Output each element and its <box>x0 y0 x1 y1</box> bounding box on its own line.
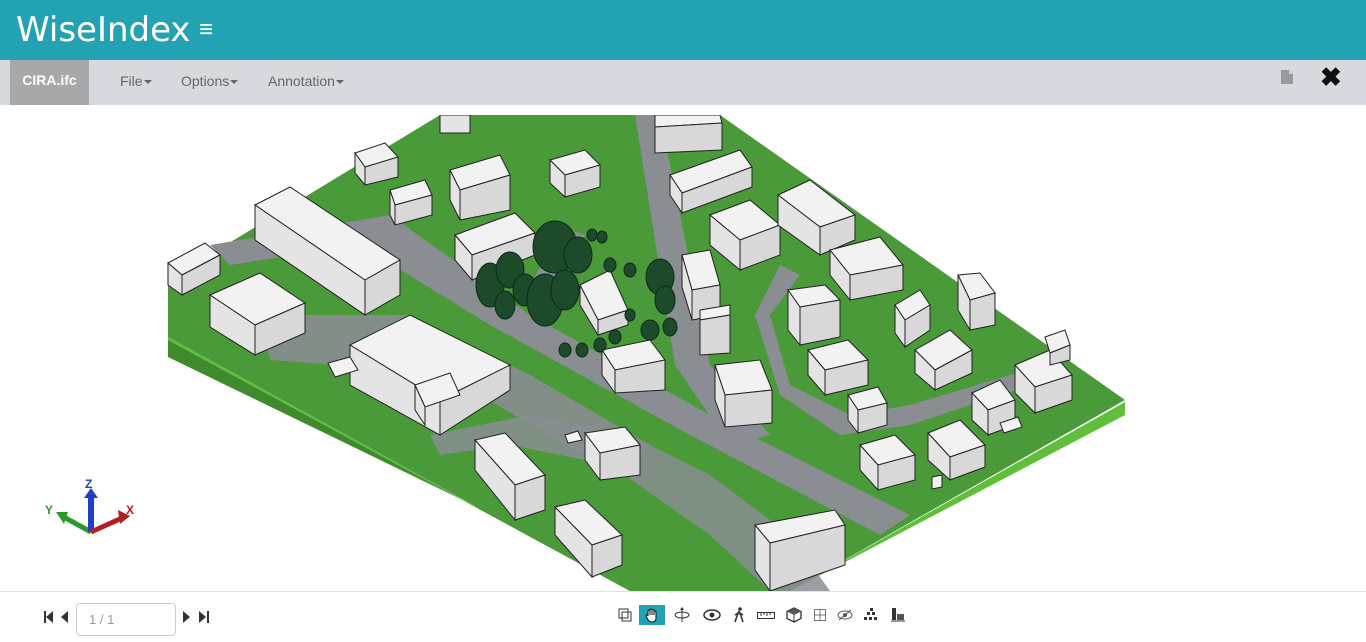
annotation-menu-label: Annotation <box>268 73 335 89</box>
page-number-field[interactable] <box>76 603 176 636</box>
walk-icon[interactable] <box>728 605 750 625</box>
caret-down-icon <box>230 80 239 85</box>
app-title: WiseIndex <box>16 10 191 50</box>
model-viewer[interactable]: Z Y X <box>10 115 1356 591</box>
next-page-icon[interactable] <box>183 592 190 642</box>
pan-icon[interactable] <box>639 605 665 625</box>
view-cube-icon[interactable] <box>783 605 805 625</box>
properties-icon[interactable] <box>887 605 909 625</box>
plan-view-icon[interactable] <box>614 605 636 625</box>
city-model-render[interactable]: Z Y X <box>10 115 1356 591</box>
measure-icon[interactable] <box>754 605 778 625</box>
document-icon[interactable] <box>1281 70 1293 89</box>
file-tab[interactable]: CIRA.ifc <box>10 60 89 105</box>
axis-x-label: X <box>126 503 134 517</box>
file-menu[interactable]: File <box>120 73 152 89</box>
menu-bar: CIRA.ifc File Options Annotation <box>0 60 1366 105</box>
last-page-icon[interactable] <box>199 592 209 642</box>
axis-z-label: Z <box>85 477 92 491</box>
prev-page-icon[interactable] <box>61 592 68 642</box>
options-menu-label: Options <box>181 73 230 89</box>
hide-icon[interactable] <box>834 605 856 625</box>
caret-down-icon <box>143 80 152 85</box>
rotate-icon[interactable] <box>671 605 693 625</box>
structure-icon[interactable] <box>860 605 882 625</box>
bottom-toolbar <box>0 591 1366 641</box>
options-menu[interactable]: Options <box>181 73 239 89</box>
hamburger-icon[interactable]: ≡ <box>199 17 213 43</box>
orbit-icon[interactable] <box>701 605 723 625</box>
close-icon[interactable]: ✖ <box>1320 62 1342 92</box>
annotation-menu[interactable]: Annotation <box>268 73 344 89</box>
first-page-icon[interactable] <box>44 592 54 642</box>
axis-gizmo: Z Y X <box>45 477 134 535</box>
top-bar: WiseIndex ≡ <box>0 0 1366 60</box>
axis-y-label: Y <box>45 503 53 517</box>
caret-down-icon <box>335 80 344 85</box>
file-menu-label: File <box>120 73 143 89</box>
section-icon[interactable] <box>809 605 831 625</box>
